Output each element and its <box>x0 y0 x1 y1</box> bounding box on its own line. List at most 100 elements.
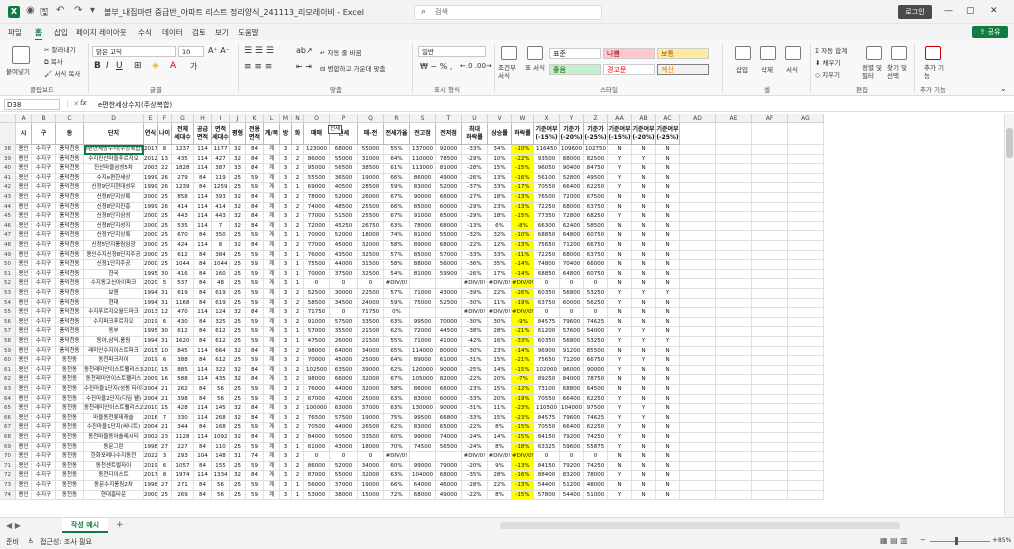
table-cell[interactable]: 8 <box>158 145 172 155</box>
row-number[interactable]: 45 <box>0 212 16 222</box>
table-cell[interactable]: 용인 <box>16 231 32 241</box>
table-cell[interactable]: 2 <box>292 385 304 395</box>
table-cell[interactable]: 계 <box>264 490 280 501</box>
table-cell[interactable]: 25 <box>230 327 246 337</box>
table-cell[interactable]: 59 <box>246 298 264 309</box>
table-cell[interactable]: 7 <box>158 413 172 424</box>
table-cell[interactable]: 114 <box>194 404 212 414</box>
empty-cell[interactable] <box>680 394 716 405</box>
table-cell[interactable]: 119 <box>212 173 230 184</box>
empty-cell[interactable] <box>752 289 788 299</box>
formula-input[interactable]: e편한세상수지(주상복합) <box>98 100 172 110</box>
table-cell[interactable]: 74250 <box>584 433 608 443</box>
table-cell[interactable]: 2 <box>292 289 304 299</box>
table-cell[interactable]: 84150 <box>534 461 560 472</box>
table-cell[interactable]: 110500 <box>534 404 560 414</box>
empty-cell[interactable] <box>716 337 752 347</box>
empty-cell[interactable] <box>680 490 716 501</box>
table-cell[interactable]: Y <box>608 413 632 424</box>
table-cell[interactable]: 동천동 <box>56 375 84 385</box>
empty-cell[interactable] <box>716 145 752 155</box>
empty-cell[interactable] <box>788 375 824 385</box>
table-cell[interactable]: Y <box>608 337 632 347</box>
table-cell[interactable]: 용인 <box>16 212 32 222</box>
table-cell[interactable]: 3 <box>280 231 292 241</box>
table-cell[interactable]: N <box>656 221 680 232</box>
table-cell[interactable]: 78500 <box>436 154 462 165</box>
table-cell[interactable]: -8% <box>512 221 534 232</box>
column-header[interactable]: AA <box>608 114 632 123</box>
empty-cell[interactable] <box>716 241 752 251</box>
table-cell[interactable]: 84750 <box>584 164 608 174</box>
table-header-cell[interactable]: 단지 <box>84 123 144 145</box>
table-cell[interactable]: N <box>656 375 680 385</box>
table-cell[interactable]: 1128 <box>172 433 194 443</box>
table-cell[interactable]: 2000 <box>144 241 158 251</box>
empty-cell[interactable] <box>752 346 788 357</box>
table-cell[interactable]: 427 <box>212 154 230 165</box>
table-cell[interactable]: 84 <box>194 394 212 405</box>
table-cell[interactable]: 수지구 <box>32 337 56 347</box>
empty-cell[interactable] <box>716 289 752 299</box>
table-cell[interactable]: 2015 <box>144 346 158 357</box>
table-cell[interactable]: 수진마을1단지(성동 타이파) <box>84 385 144 395</box>
table-cell[interactable]: 22% <box>488 481 512 491</box>
table-cell[interactable]: 2 <box>292 413 304 424</box>
table-cell[interactable]: 2 <box>292 145 304 155</box>
row-number[interactable]: 73 <box>0 481 16 491</box>
table-cell[interactable]: 0 <box>358 452 384 462</box>
table-cell[interactable]: 3 <box>280 327 292 337</box>
table-cell[interactable]: 91000 <box>410 212 436 222</box>
empty-cell[interactable] <box>716 193 752 203</box>
table-cell[interactable]: 55875 <box>584 442 608 453</box>
row-number[interactable]: 57 <box>0 327 16 337</box>
table-cell[interactable]: 384 <box>212 250 230 261</box>
row-number[interactable]: 42 <box>0 183 16 193</box>
table-cell[interactable]: 계 <box>264 183 280 193</box>
table-cell[interactable]: 8% <box>488 442 512 453</box>
table-cell[interactable]: 57500 <box>330 413 358 424</box>
table-cell[interactable]: 14% <box>488 433 512 443</box>
table-cell[interactable]: 3 <box>280 250 292 261</box>
font-grow-icon[interactable]: A⁺ A⁻ <box>208 46 230 55</box>
table-cell[interactable]: 3 <box>280 164 292 174</box>
table-cell[interactable]: 74625 <box>584 317 608 328</box>
table-cell[interactable]: 44000 <box>330 385 358 395</box>
table-cell[interactable]: 91000 <box>304 317 330 328</box>
table-cell[interactable]: -33% <box>462 413 488 424</box>
style-calculation[interactable]: 계산 <box>657 64 709 75</box>
table-cell[interactable]: 393 <box>212 193 230 203</box>
table-cell[interactable]: N <box>656 433 680 443</box>
table-cell[interactable]: 수지구 <box>32 413 56 424</box>
table-cell[interactable]: 30 <box>158 269 172 280</box>
tab-data[interactable]: 데이터 <box>162 27 183 38</box>
horizontal-scrollbar[interactable] <box>500 522 900 529</box>
table-cell[interactable]: 3 <box>280 212 292 222</box>
table-cell[interactable]: 2 <box>292 394 304 405</box>
table-cell[interactable]: 56500 <box>436 442 462 453</box>
table-cell[interactable]: Y <box>632 289 656 299</box>
table-cell[interactable]: 2 <box>292 241 304 251</box>
empty-cell[interactable] <box>752 154 788 165</box>
table-header-cell[interactable]: 전저점 <box>436 123 462 145</box>
empty-cell[interactable] <box>788 289 824 299</box>
table-cell[interactable]: 25000 <box>358 394 384 405</box>
table-cell[interactable]: 57% <box>384 289 410 299</box>
table-cell[interactable]: #DIV/0! <box>384 279 410 289</box>
table-cell[interactable]: 33500 <box>358 433 384 443</box>
table-cell[interactable]: N <box>632 183 656 193</box>
table-cell[interactable]: 1999 <box>144 173 158 184</box>
table-cell[interactable]: 3 <box>280 413 292 424</box>
table-cell[interactable] <box>436 452 462 462</box>
table-cell[interactable]: 66750 <box>584 356 608 366</box>
table-cell[interactable]: -29% <box>462 202 488 213</box>
table-cell[interactable]: 68000 <box>560 202 584 213</box>
table-cell[interactable]: N <box>656 404 680 414</box>
table-cell[interactable]: 풍덕천동 <box>56 193 84 203</box>
table-cell[interactable]: 동천동 <box>56 481 84 491</box>
table-cell[interactable]: -38% <box>462 327 488 337</box>
empty-cell[interactable] <box>752 365 788 376</box>
empty-cell[interactable] <box>680 385 716 395</box>
empty-cell[interactable] <box>680 298 716 309</box>
table-cell[interactable]: 84 <box>194 461 212 472</box>
